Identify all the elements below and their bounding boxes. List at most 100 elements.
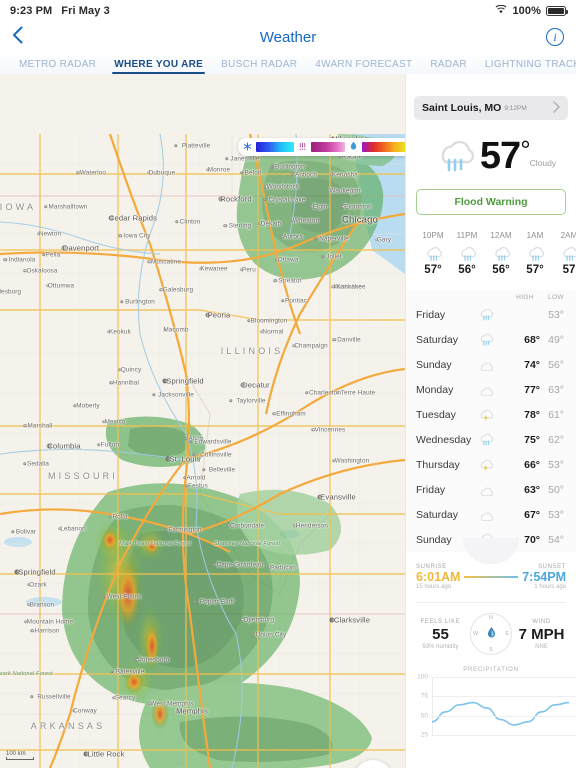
daily-low-temp: 61° <box>548 408 564 421</box>
daily-low-temp: 49° <box>548 333 564 346</box>
map-label: Peru <box>242 266 256 274</box>
chevron-right-icon <box>553 100 560 116</box>
hourly-item[interactable]: 10PM 57° <box>416 231 450 276</box>
tab-lightning-tracker[interactable]: LIGHTNING TRACKER <box>476 59 576 74</box>
ios-status-bar: 9:23 PM Fri May 3 100% <box>0 0 576 22</box>
daily-low-temp: 53° <box>548 458 564 471</box>
map-label: Farmington <box>168 526 202 534</box>
map-label: Ozark National Forest <box>0 671 53 677</box>
map-label: Paducah <box>270 564 296 572</box>
wind-value: 7 MPH <box>518 625 565 643</box>
map-label: Oskaloosa <box>26 267 58 275</box>
map-label: Jonesboro <box>138 656 170 664</box>
tab-4warn-forecast[interactable]: 4WARN FORECAST <box>306 59 421 74</box>
map-label: Davenport <box>62 243 100 253</box>
map-label: Springfield <box>18 567 56 577</box>
map-label: Taylorville <box>236 397 266 405</box>
map-label: Streator <box>278 277 302 285</box>
current-condition-label: Cloudy <box>529 157 557 168</box>
map-label: Hannibal <box>112 379 140 387</box>
chart-gridline <box>432 715 576 717</box>
daily-forecast-list: HIGH LOW Friday 53° Saturday 68° 49° Sun… <box>406 290 576 552</box>
map-label: Searcy <box>114 694 136 702</box>
table-row[interactable]: Friday 53° <box>406 302 576 327</box>
panel-drag-handle[interactable] <box>406 540 576 560</box>
daily-day-name: Monday <box>416 383 454 396</box>
compass-west: W <box>473 631 479 637</box>
hourly-temp: 56° <box>492 264 510 276</box>
map-label: ARKANSAS <box>30 721 106 731</box>
map-label: Carbondale <box>229 522 265 530</box>
tab-metro-radar[interactable]: METRO RADAR <box>10 59 105 74</box>
map-label: Cape Girardeau <box>216 561 264 569</box>
rain-cloud-icon <box>416 243 450 263</box>
map-label: Vincennes <box>314 426 346 434</box>
map-label: Poplar Bluff <box>199 598 235 606</box>
daily-day-name: Tuesday <box>416 408 456 421</box>
snowflake-icon <box>243 141 252 153</box>
weather-alert-button[interactable]: Flood Warning <box>416 189 566 215</box>
hourly-item[interactable]: 1AM 57° <box>518 231 552 276</box>
map-label: Bloomington <box>250 317 288 325</box>
hourly-forecast-row[interactable]: 10PM 57° 11PM 56° 12AM 56° 1AM 57° 2AM 5… <box>416 231 576 276</box>
location-name: Saint Louis, MO <box>422 102 502 114</box>
daily-day-name: Sunday <box>416 358 452 371</box>
tab-radar[interactable]: RADAR <box>421 59 476 74</box>
hourly-time: 2AM <box>560 231 576 240</box>
chart-y-tick: 100 <box>417 673 428 681</box>
compass-dial: N E S W <box>470 613 512 655</box>
rain-cloud-icon <box>450 243 484 263</box>
map-label: Gary <box>376 236 392 244</box>
daily-forecast-header: HIGH LOW <box>406 294 576 301</box>
table-row[interactable]: Monday 77° 63° <box>406 377 576 402</box>
map-label: Beloit <box>244 169 262 177</box>
radar-map[interactable]: IOWA ILLINOIS MISSOURI ARKANSAS Chicago St. L… <box>0 74 405 768</box>
daily-high-temp: 78° <box>524 408 540 421</box>
mix-color-scale <box>311 142 345 152</box>
battery-percent-label: 100% <box>512 5 541 17</box>
rain-cloud-icon <box>552 243 576 263</box>
map-label: Collinsville <box>200 451 232 459</box>
map-label: Ottumwa <box>47 282 75 290</box>
table-row[interactable]: Wednesday 75° 62° <box>406 427 576 452</box>
daily-day-name: Friday <box>416 308 446 321</box>
map-label: Indianola <box>8 256 36 264</box>
map-label: St. Louis <box>169 454 201 464</box>
map-label: Mark Twain National Forest <box>119 541 191 547</box>
map-label: Peoria <box>207 310 231 320</box>
hourly-item[interactable]: 2AM 57 <box>552 231 576 276</box>
table-row[interactable]: Thursday 66° 53° <box>406 452 576 477</box>
map-label: Belleville <box>208 466 236 474</box>
chart-gridline <box>432 696 576 698</box>
tab-bar: METRO RADAR WHERE YOU ARE BUSCH RADAR 4W… <box>0 52 576 74</box>
tab-where-you-are[interactable]: WHERE YOU ARE <box>105 59 212 74</box>
current-conditions: 57° Cloudy <box>406 134 576 177</box>
location-selector[interactable]: Saint Louis, MO 9:12PM <box>414 96 568 120</box>
map-label: West Plains <box>106 593 142 601</box>
map-label: Columbia <box>47 441 81 451</box>
daily-low-temp: 50° <box>548 483 564 496</box>
tab-busch-radar[interactable]: BUSCH RADAR <box>212 59 306 74</box>
map-label: Cedar Rapids <box>108 213 158 223</box>
radar-legend[interactable] <box>238 138 405 156</box>
map-label: Newton <box>38 230 62 238</box>
hourly-item[interactable]: 12AM 56° <box>484 231 518 276</box>
map-label: Kewanee <box>200 265 228 273</box>
chart-gridline <box>432 735 576 736</box>
table-row[interactable]: Sunday 74° 56° <box>406 352 576 377</box>
map-label: Champaign <box>294 342 328 350</box>
hourly-item[interactable]: 11PM 56° <box>450 231 484 276</box>
table-row[interactable]: Tuesday 78° 61° <box>406 402 576 427</box>
table-row[interactable]: Saturday 68° 49° <box>406 327 576 352</box>
table-row[interactable]: Saturday 67° 53° <box>406 502 576 527</box>
table-row[interactable]: Friday 63° 50° <box>406 477 576 502</box>
map-label: Keokuk <box>109 328 131 336</box>
sunrise-time: 6:01AM <box>416 570 461 584</box>
map-label: Antioch <box>294 171 318 179</box>
map-label: Pontiac <box>284 297 308 305</box>
map-label: Effingham <box>276 410 306 418</box>
chart-gridline <box>432 677 576 678</box>
map-label: Woodstock <box>266 183 300 191</box>
map-label: Waukegan <box>329 187 361 195</box>
section-divider <box>416 602 566 603</box>
